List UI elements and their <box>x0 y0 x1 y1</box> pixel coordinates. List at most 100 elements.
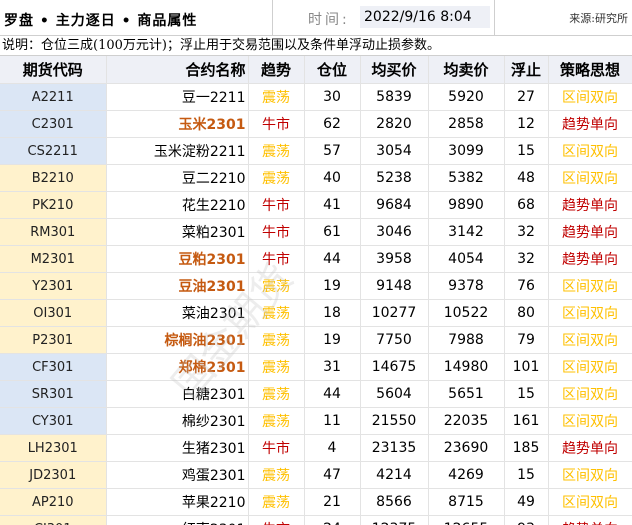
contract-name-cell[interactable]: 玉米2301 <box>106 110 249 138</box>
contract-code-cell[interactable]: C2301 <box>0 110 107 138</box>
trend-cell[interactable]: 牛市 <box>248 245 305 273</box>
strategy-cell[interactable]: 趋势单向 <box>548 434 632 462</box>
contract-code-cell[interactable]: P2301 <box>0 326 107 354</box>
contract-code-cell[interactable]: A2211 <box>0 83 107 111</box>
contract-code-cell[interactable]: RM301 <box>0 218 107 246</box>
avg-sell-cell[interactable]: 8715 <box>428 488 505 516</box>
strategy-cell[interactable]: 区间双向 <box>548 83 632 111</box>
contract-name-cell[interactable]: 白糖2301 <box>106 380 249 408</box>
contract-code-cell[interactable]: PK210 <box>0 191 107 219</box>
float-stop-cell[interactable]: 49 <box>504 488 549 516</box>
contract-name-cell[interactable]: 菜粕2301 <box>106 218 249 246</box>
trend-cell[interactable]: 震荡 <box>248 137 305 165</box>
float-stop-cell[interactable]: 15 <box>504 137 549 165</box>
contract-code-cell[interactable]: AP210 <box>0 488 107 516</box>
position-cell[interactable]: 30 <box>304 83 361 111</box>
avg-sell-cell[interactable]: 4269 <box>428 461 505 489</box>
trend-cell[interactable]: 震荡 <box>248 488 305 516</box>
strategy-cell[interactable]: 趋势单向 <box>548 515 632 525</box>
table-row[interactable]: PK210 花生2210 牛市 41 9684 9890 68 趋势单向 <box>0 191 632 219</box>
contract-code-cell[interactable]: M2301 <box>0 245 107 273</box>
strategy-cell[interactable]: 区间双向 <box>548 380 632 408</box>
avg-buy-cell[interactable]: 2820 <box>360 110 429 138</box>
strategy-cell[interactable]: 区间双向 <box>548 272 632 300</box>
avg-sell-cell[interactable]: 9378 <box>428 272 505 300</box>
float-stop-cell[interactable]: 48 <box>504 164 549 192</box>
trend-cell[interactable]: 震荡 <box>248 353 305 381</box>
float-stop-cell[interactable]: 32 <box>504 218 549 246</box>
avg-buy-cell[interactable]: 8566 <box>360 488 429 516</box>
table-row[interactable]: CF301 郑棉2301 震荡 31 14675 14980 101 区间双向 <box>0 353 632 381</box>
float-stop-cell[interactable]: 161 <box>504 407 549 435</box>
strategy-cell[interactable]: 区间双向 <box>548 461 632 489</box>
strategy-cell[interactable]: 趋势单向 <box>548 245 632 273</box>
avg-sell-cell[interactable]: 22035 <box>428 407 505 435</box>
trend-cell[interactable]: 牛市 <box>248 218 305 246</box>
strategy-cell[interactable]: 趋势单向 <box>548 191 632 219</box>
avg-sell-cell[interactable]: 14980 <box>428 353 505 381</box>
float-stop-cell[interactable]: 79 <box>504 326 549 354</box>
contract-name-cell[interactable]: 红枣2301 <box>106 515 249 525</box>
contract-code-cell[interactable]: CJ301 <box>0 515 107 525</box>
avg-sell-cell[interactable]: 2858 <box>428 110 505 138</box>
strategy-cell[interactable]: 区间双向 <box>548 488 632 516</box>
table-row[interactable]: P2301 棕榈油2301 震荡 19 7750 7988 79 区间双向 <box>0 326 632 354</box>
avg-buy-cell[interactable]: 7750 <box>360 326 429 354</box>
trend-cell[interactable]: 震荡 <box>248 326 305 354</box>
avg-sell-cell[interactable]: 5920 <box>428 83 505 111</box>
trend-cell[interactable]: 震荡 <box>248 83 305 111</box>
position-cell[interactable]: 61 <box>304 218 361 246</box>
avg-sell-cell[interactable]: 9890 <box>428 191 505 219</box>
contract-code-cell[interactable]: CS2211 <box>0 137 107 165</box>
avg-sell-cell[interactable]: 23690 <box>428 434 505 462</box>
avg-sell-cell[interactable]: 4054 <box>428 245 505 273</box>
trend-cell[interactable]: 牛市 <box>248 515 305 525</box>
strategy-cell[interactable]: 区间双向 <box>548 137 632 165</box>
table-row[interactable]: LH2301 生猪2301 牛市 4 23135 23690 185 趋势单向 <box>0 434 632 462</box>
avg-buy-cell[interactable]: 3054 <box>360 137 429 165</box>
table-row[interactable]: A2211 豆一2211 震荡 30 5839 5920 27 区间双向 <box>0 83 632 111</box>
table-row[interactable]: C2301 玉米2301 牛市 62 2820 2858 12 趋势单向 <box>0 110 632 138</box>
float-stop-cell[interactable]: 15 <box>504 461 549 489</box>
strategy-cell[interactable]: 区间双向 <box>548 326 632 354</box>
avg-sell-cell[interactable]: 5651 <box>428 380 505 408</box>
contract-code-cell[interactable]: SR301 <box>0 380 107 408</box>
float-stop-cell[interactable]: 80 <box>504 299 549 327</box>
contract-name-cell[interactable]: 棕榈油2301 <box>106 326 249 354</box>
contract-name-cell[interactable]: 玉米淀粉2211 <box>106 137 249 165</box>
float-stop-cell[interactable]: 185 <box>504 434 549 462</box>
float-stop-cell[interactable]: 76 <box>504 272 549 300</box>
trend-cell[interactable]: 震荡 <box>248 272 305 300</box>
table-row[interactable]: M2301 豆粕2301 牛市 44 3958 4054 32 趋势单向 <box>0 245 632 273</box>
table-row[interactable]: OI301 菜油2301 震荡 18 10277 10522 80 区间双向 <box>0 299 632 327</box>
table-row[interactable]: JD2301 鸡蛋2301 震荡 47 4214 4269 15 区间双向 <box>0 461 632 489</box>
contract-code-cell[interactable]: JD2301 <box>0 461 107 489</box>
avg-sell-cell[interactable]: 3099 <box>428 137 505 165</box>
contract-name-cell[interactable]: 鸡蛋2301 <box>106 461 249 489</box>
strategy-cell[interactable]: 趋势单向 <box>548 110 632 138</box>
position-cell[interactable]: 19 <box>304 326 361 354</box>
position-cell[interactable]: 44 <box>304 380 361 408</box>
avg-buy-cell[interactable]: 10277 <box>360 299 429 327</box>
avg-buy-cell[interactable]: 5839 <box>360 83 429 111</box>
table-row[interactable]: AP210 苹果2210 震荡 21 8566 8715 49 区间双向 <box>0 488 632 516</box>
position-cell[interactable]: 4 <box>304 434 361 462</box>
float-stop-cell[interactable]: 12 <box>504 110 549 138</box>
avg-buy-cell[interactable]: 12375 <box>360 515 429 525</box>
table-row[interactable]: CY301 棉纱2301 震荡 11 21550 22035 161 区间双向 <box>0 407 632 435</box>
contract-name-cell[interactable]: 豆一2211 <box>106 83 249 111</box>
contract-name-cell[interactable]: 豆油2301 <box>106 272 249 300</box>
avg-sell-cell[interactable]: 10522 <box>428 299 505 327</box>
table-row[interactable]: CS2211 玉米淀粉2211 震荡 57 3054 3099 15 区间双向 <box>0 137 632 165</box>
float-stop-cell[interactable]: 68 <box>504 191 549 219</box>
strategy-cell[interactable]: 区间双向 <box>548 407 632 435</box>
trend-cell[interactable]: 震荡 <box>248 164 305 192</box>
avg-buy-cell[interactable]: 9684 <box>360 191 429 219</box>
avg-buy-cell[interactable]: 9148 <box>360 272 429 300</box>
float-stop-cell[interactable]: 15 <box>504 380 549 408</box>
contract-name-cell[interactable]: 生猪2301 <box>106 434 249 462</box>
trend-cell[interactable]: 震荡 <box>248 461 305 489</box>
trend-cell[interactable]: 震荡 <box>248 380 305 408</box>
float-stop-cell[interactable]: 93 <box>504 515 549 525</box>
contract-code-cell[interactable]: LH2301 <box>0 434 107 462</box>
